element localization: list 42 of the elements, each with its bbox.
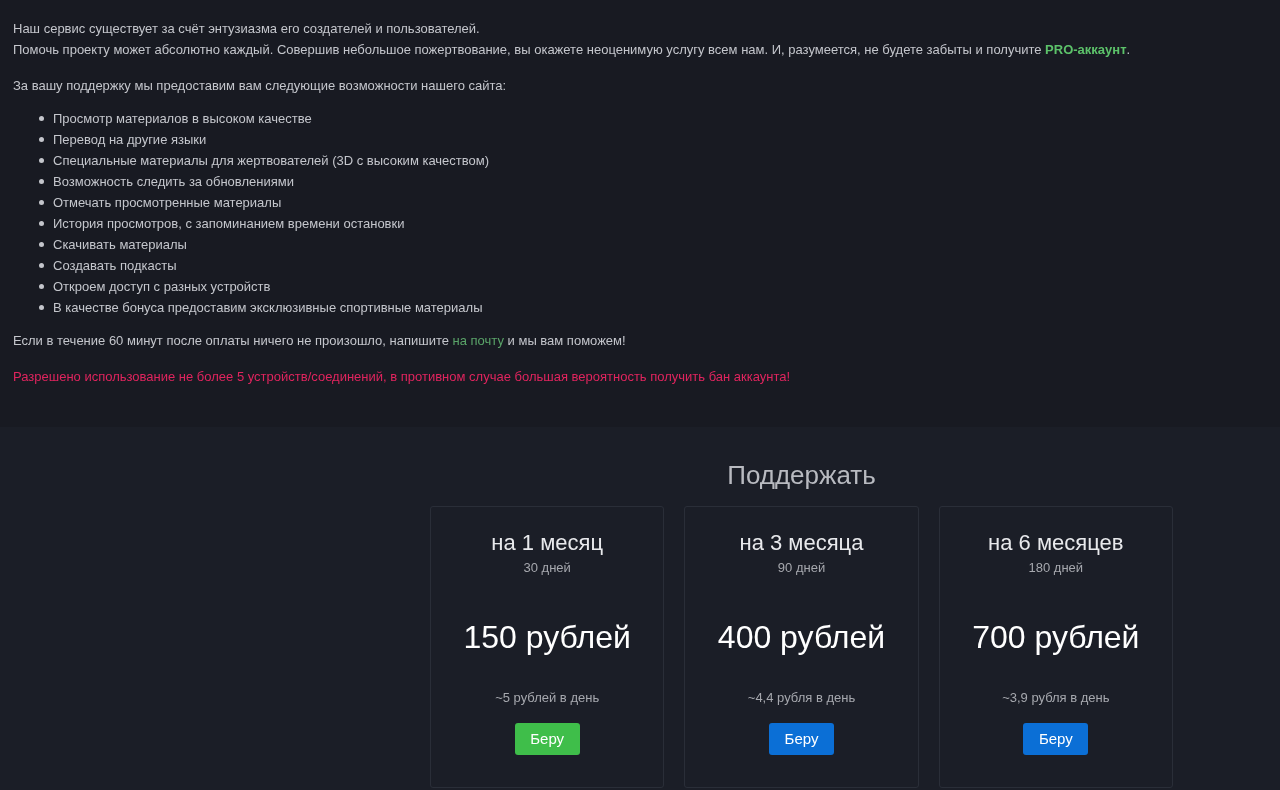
feature-item: Отмечать просмотренные материалы — [53, 194, 282, 212]
plan-per-day: ~3,9 рубля в день — [1002, 689, 1110, 707]
bullet-icon — [39, 284, 44, 289]
feature-item: Просмотр материалов в высоком качестве — [53, 110, 312, 128]
plan-days: 90 дней — [777, 559, 826, 577]
bullet-icon — [39, 305, 44, 310]
bullet-icon — [39, 158, 44, 163]
email-link[interactable]: на почту — [452, 333, 504, 348]
feature-item: Откроем доступ с разных устройств — [53, 278, 271, 296]
plan-period: на 1 месяц — [491, 529, 603, 557]
feature-item: Возможность следить за обновлениями — [53, 173, 294, 191]
bullet-icon — [39, 200, 44, 205]
plan-days: 180 дней — [1028, 559, 1084, 577]
buy-button[interactable]: Беру — [1023, 723, 1089, 755]
bullet-icon — [39, 263, 44, 268]
plan-price: 150 рублей — [463, 618, 631, 657]
help-text: и мы вам поможем! — [506, 333, 626, 348]
plan-per-day: ~5 рублей в день — [495, 689, 600, 707]
plan-price: 400 рублей — [717, 618, 886, 657]
paragraph: Наш сервис существует за счёт энтузиазма его создателей и пользователей. — [13, 20, 481, 38]
feature-item: Специальные материалы для жертвователей (3D с высоким качеством) — [53, 152, 490, 170]
feature-item: Перевод на другие языки — [53, 131, 207, 149]
feature-item: В качестве бонуса предоставим эксклюзивные спортивные материалы — [53, 299, 483, 317]
plan-period: на 3 месяца — [739, 529, 864, 557]
bullet-icon — [39, 242, 44, 247]
plan-price: 700 рублей — [972, 618, 1140, 657]
paragraph: Помочь проекту может абсолютно каждый. Совершив небольшое пожертвование, вы окажете неоценимую услугу всем нам. И, разумеется, не будете забыты и получите PRO-аккаунт. — [13, 41, 1132, 59]
plan-per-day: ~4,4 рубля в день — [747, 689, 856, 707]
bullet-icon — [39, 221, 44, 226]
help-text: Если в течение 60 минут после оплаты ничего не произошло, напишите — [13, 333, 450, 348]
bullet-icon — [39, 179, 44, 184]
bullet-icon — [39, 137, 44, 142]
feature-item: Скачивать материалы — [53, 236, 187, 254]
section-title: Поддержать — [726, 459, 877, 492]
plan-period: на 6 месяцев — [988, 529, 1124, 557]
paragraph: За вашу поддержку мы предоставим вам следующие возможности нашего сайта: — [13, 77, 508, 95]
feature-item: Создавать подкасты — [53, 257, 177, 275]
feature-item: История просмотров, с запоминанием времени остановки — [53, 215, 405, 233]
plan-days: 30 дней — [523, 559, 571, 577]
warning-text: Разрешено использование не более 5 устройств/соединений, в противном случае большая вероятность получить бан аккаунта! — [13, 368, 792, 386]
buy-button[interactable]: Беру — [769, 723, 834, 755]
bullet-icon — [39, 116, 44, 121]
